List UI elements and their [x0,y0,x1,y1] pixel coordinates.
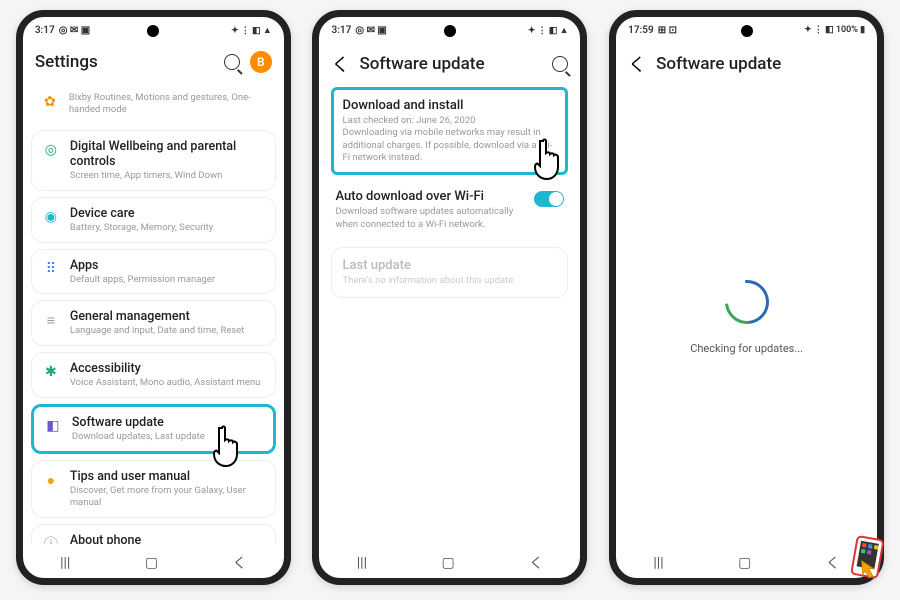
settings-item-accessibility[interactable]: ✱ AccessibilityVoice Assistant, Mono audi… [31,352,276,398]
loading-text: Checking for updates... [690,342,803,355]
settings-item-icon: ◧ [44,417,62,435]
software-update-options: Download and install Last checked on: Ju… [319,87,580,298]
download-install-option[interactable]: Download and install Last checked on: Ju… [331,87,568,175]
settings-item-icon: ◎ [42,141,60,159]
status-icons-left: ◎ ✉ ▣ [355,25,387,36]
status-time: 3:17 [35,25,55,36]
option-title: Download and install [342,98,557,113]
watermark-icon [842,534,892,592]
search-icon[interactable] [552,56,568,72]
nav-bar: ||| ▢ く [23,548,284,578]
back-icon[interactable]: く [331,51,349,77]
settings-item-title: Apps [70,258,265,273]
settings-item-device[interactable]: ◉ Device careBattery, Storage, Memory, Se… [31,197,276,243]
settings-header: Settings B [23,43,284,83]
settings-item-icon: ✱ [42,363,60,381]
option-subtitle: There's no information about this update… [342,275,557,287]
settings-item-title: Accessibility [70,361,265,376]
settings-item-subtitle: Language and input, Date and time, Reset [70,325,265,337]
phone-screen-software-update: 3:17 ◎ ✉ ▣ ✦ ⋮ ◧ ▲ く Software update Dow… [312,10,587,585]
status-icons-right: ✦ ⋮ ◧ ▲ [231,25,272,36]
settings-item-digital[interactable]: ◎ Digital Wellbeing and parental controls… [31,130,276,191]
status-time: 3:17 [331,25,351,36]
option-subtitle: Download software updates automatically … [335,206,526,231]
settings-item-title: About phone [70,533,265,544]
software-update-header: く Software update [319,43,580,87]
page-title: Settings [35,52,214,72]
camera-notch [444,25,456,37]
settings-item-subtitle: Voice Assistant, Mono audio, Assistant m… [70,377,265,389]
settings-list: ✿ Bixby Routines, Motions and gestures, O… [23,83,284,544]
settings-item-about[interactable]: ⓘAbout phoneStatus, Legal information, P… [31,524,276,544]
settings-item-title: Digital Wellbeing and parental controls [70,139,265,169]
page-title: Software update [359,54,542,74]
nav-back[interactable]: く [529,553,543,573]
camera-notch [741,25,753,37]
settings-item-subtitle: Download updates, Last update [72,431,263,443]
settings-item-icon: ✿ [41,93,59,111]
nav-home[interactable]: ▢ [145,555,158,571]
settings-item-icon: ◉ [42,208,60,226]
settings-item-tips[interactable]: ● Tips and user manualDiscover, Get more … [31,460,276,518]
back-icon[interactable]: く [628,51,646,77]
settings-item-apps[interactable]: ⠿ AppsDefault apps, Permission manager [31,249,276,295]
settings-item-title: Tips and user manual [70,469,265,484]
camera-notch [147,25,159,37]
software-update-header: く Software update [616,43,877,87]
last-update-option: Last update There's no information about… [331,247,568,298]
nav-bar: ||| ▢ く [616,548,877,578]
nav-bar: ||| ▢ く [319,548,580,578]
settings-item-subtitle: Bixby Routines, Motions and gestures, On… [69,92,266,116]
settings-item-icon: ⠿ [42,260,60,278]
settings-item-software[interactable]: ◧ Software updateDownload updates, Last u… [31,404,276,454]
settings-item-title: General management [70,309,265,324]
nav-recent[interactable]: ||| [653,555,663,571]
settings-item-subtitle: Default apps, Permission manager [70,274,265,286]
settings-item-subtitle: Battery, Storage, Memory, Security [70,222,265,234]
nav-home[interactable]: ▢ [738,555,751,571]
nav-back[interactable]: く [826,553,840,573]
nav-home[interactable]: ▢ [442,555,455,571]
option-subtitle: Last checked on: June 26, 2020 Downloadi… [342,115,557,164]
settings-item-icon: ≡ [42,311,60,329]
settings-item-icon: ⓘ [42,535,60,544]
nav-recent[interactable]: ||| [357,555,367,571]
auto-download-option[interactable]: Auto download over Wi-Fi Download softwa… [331,179,568,241]
loading-area: Checking for updates... [616,87,877,548]
profile-avatar[interactable]: B [250,51,272,73]
settings-item-general[interactable]: ≡ General managementLanguage and input, D… [31,300,276,346]
auto-download-toggle[interactable] [534,191,564,207]
nav-back[interactable]: く [233,553,247,573]
status-time: 17:59 [628,25,654,36]
settings-item-title: Software update [72,415,263,430]
page-title: Software update [656,54,865,74]
spinner-icon [716,271,778,333]
settings-item-icon: ● [42,471,60,489]
settings-item-subtitle: Discover, Get more from your Galaxy, Use… [70,485,265,509]
option-title: Auto download over Wi-Fi [335,189,526,204]
status-icons-left: ◎ ✉ ▣ [59,25,91,36]
search-icon[interactable] [224,54,240,70]
status-icons-left: ⊞ ⊡ [658,25,677,36]
nav-recent[interactable]: ||| [60,555,70,571]
status-icons-right: ✦ ⋮ ◧ 100% ▮ [804,25,865,35]
phone-screen-checking: 17:59 ⊞ ⊡ ✦ ⋮ ◧ 100% ▮ く Software update… [609,10,884,585]
settings-item-subtitle: Screen time, App timers, Wind Down [70,170,265,182]
settings-item-bixby[interactable]: ✿ Bixby Routines, Motions and gestures, O… [31,83,276,124]
settings-item-title: Device care [70,206,265,221]
phone-screen-settings: 3:17 ◎ ✉ ▣ ✦ ⋮ ◧ ▲ Settings B ✿ Bixby Rou… [16,10,291,585]
option-title: Last update [342,258,557,273]
status-icons-right: ✦ ⋮ ◧ ▲ [528,25,569,36]
